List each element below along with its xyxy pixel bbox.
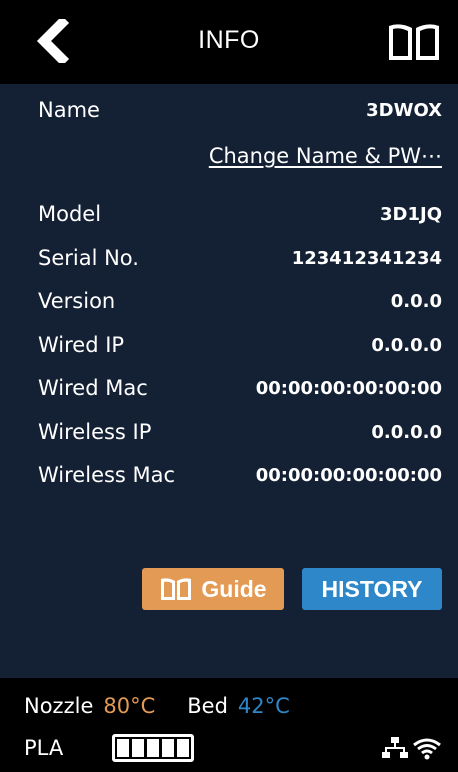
info-row-wired-ip: Wired IP 0.0.0.0 bbox=[38, 329, 442, 361]
bed-temperature: 42°C bbox=[237, 694, 290, 718]
info-row-version: Version 0.0.0 bbox=[38, 285, 442, 317]
bed-label: Bed bbox=[187, 694, 228, 718]
info-row-model: Model 3D1JQ bbox=[38, 198, 442, 230]
filament-level-cell bbox=[177, 739, 189, 757]
row-label: Model bbox=[38, 202, 102, 226]
open-book-icon bbox=[389, 24, 439, 60]
info-row-wireless-ip: Wireless IP 0.0.0.0 bbox=[38, 416, 442, 448]
row-value: 00:00:00:00:00:00 bbox=[255, 377, 442, 399]
status-bar: Nozzle 80°C Bed 42°C PLA bbox=[0, 678, 458, 772]
guide-label: Guide bbox=[201, 575, 267, 602]
row-value: 0.0.0.0 bbox=[371, 334, 442, 356]
history-label: HISTORY bbox=[321, 575, 423, 602]
row-label: Wired IP bbox=[38, 333, 125, 357]
material-label: PLA bbox=[24, 736, 64, 760]
row-label: Wireless Mac bbox=[38, 463, 176, 487]
info-row-serial: Serial No. 123412341234 bbox=[38, 242, 442, 274]
name-value: 3DWOX bbox=[366, 99, 442, 121]
info-row-wireless-mac: Wireless Mac 00:00:00:00:00:00 bbox=[38, 459, 442, 491]
info-row-wired-mac: Wired Mac 00:00:00:00:00:00 bbox=[38, 372, 442, 404]
info-panel: Name 3DWOX Change Name & PW⋯ Model 3D1JQ… bbox=[0, 84, 458, 678]
filament-level-indicator bbox=[112, 734, 194, 762]
row-label: Serial No. bbox=[38, 246, 139, 270]
filament-level-cell bbox=[147, 739, 159, 757]
nozzle-temperature: 80°C bbox=[103, 694, 156, 718]
manual-button[interactable] bbox=[384, 16, 444, 68]
nozzle-label: Nozzle bbox=[24, 694, 94, 718]
row-value: 0.0.0 bbox=[390, 290, 442, 312]
book-icon bbox=[159, 576, 193, 602]
wifi-icon bbox=[413, 738, 441, 760]
row-label: Wireless IP bbox=[38, 420, 152, 444]
row-value: 3D1JQ bbox=[380, 203, 442, 225]
row-label: Wired Mac bbox=[38, 376, 148, 400]
filament-level-cell bbox=[162, 739, 174, 757]
history-button[interactable]: HISTORY bbox=[302, 568, 442, 610]
row-value: 00:00:00:00:00:00 bbox=[255, 464, 442, 486]
filament-level-cell bbox=[117, 739, 129, 757]
row-label: Version bbox=[38, 289, 116, 313]
filament-level-cell bbox=[132, 739, 144, 757]
network-status bbox=[382, 736, 442, 760]
change-name-link-row: Change Name & PW⋯ bbox=[209, 140, 442, 172]
guide-button[interactable]: Guide bbox=[142, 568, 284, 610]
temperature-readout: Nozzle 80°C Bed 42°C bbox=[24, 694, 290, 718]
row-value: 0.0.0.0 bbox=[371, 421, 442, 443]
header-bar: INFO bbox=[0, 0, 458, 84]
row-value: 123412341234 bbox=[291, 247, 442, 269]
name-label: Name bbox=[38, 98, 100, 122]
info-row-name: Name 3DWOX bbox=[38, 94, 442, 126]
wired-network-icon bbox=[382, 737, 408, 758]
change-name-pw-link[interactable]: Change Name & PW⋯ bbox=[209, 144, 442, 168]
